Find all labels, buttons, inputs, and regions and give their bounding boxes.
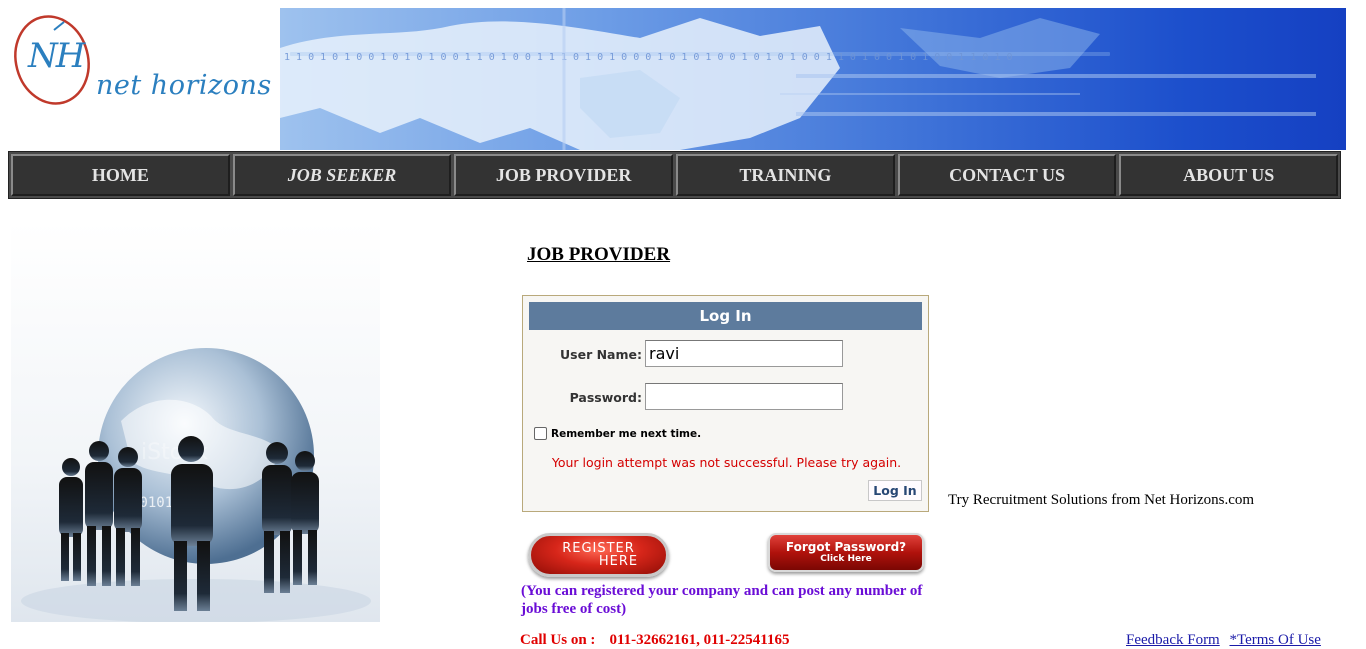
register-button-line2: HERE [598, 554, 639, 569]
login-panel: Log In User Name: ravi Password: Remembe… [522, 295, 929, 512]
phone-numbers: 011-32662161, 011-22541165 [609, 632, 790, 648]
forgot-button-line1: Forgot Password? [785, 540, 907, 554]
login-error-message: Your login attempt was not successful. P… [551, 455, 902, 470]
world-map-graphic: 1 1 0 1 0 1 0 0 1 0 1 0 1 0 0 1 1 0 1 0 … [280, 8, 1316, 150]
main-nav: HOME JOB SEEKER JOB PROVIDER TRAINING CO… [8, 151, 1341, 199]
password-label: Password: [569, 390, 642, 405]
call-us-label: Call Us on : [520, 632, 596, 648]
forgot-password-button[interactable]: Forgot Password? Click Here [768, 533, 924, 572]
login-button[interactable]: Log In [868, 480, 922, 501]
username-label: User Name: [560, 347, 642, 362]
promo-text: Try Recruitment Solutions from Net Horiz… [948, 492, 1255, 508]
login-title: Log In [529, 302, 922, 330]
password-input[interactable] [645, 383, 843, 410]
call-us-line: Call Us on : 011-32662161, 011-22541165 [520, 632, 789, 649]
business-people-globe-image: 10101010 iStock [11, 221, 380, 622]
nav-job-seeker[interactable]: JOB SEEKER [232, 154, 452, 196]
header-banner: 1 1 0 1 0 1 0 0 1 0 1 0 1 0 0 1 1 0 1 0 … [280, 8, 1346, 150]
nav-contact-us[interactable]: CONTACT US [897, 154, 1117, 196]
page-title: JOB PROVIDER [527, 244, 671, 265]
register-here-button[interactable]: REGISTER HERE [528, 533, 669, 577]
globe-people-illustration: 10101010 iStock [21, 348, 371, 622]
site-logo[interactable]: NH net horizons [8, 8, 271, 150]
footer-links: Feedback Form *Terms Of Use [1126, 632, 1321, 649]
remember-me-checkbox[interactable] [534, 427, 547, 440]
nav-home[interactable]: HOME [11, 154, 230, 196]
nav-training[interactable]: TRAINING [676, 154, 895, 196]
logo-monogram: NH [28, 36, 85, 76]
nav-about-us[interactable]: ABOUT US [1119, 154, 1339, 196]
forgot-button-line2: Click Here [820, 554, 872, 564]
terms-of-use-link[interactable]: *Terms Of Use [1229, 632, 1320, 648]
feedback-form-link[interactable]: Feedback Form [1126, 632, 1220, 648]
logo-text: net horizons [96, 70, 272, 101]
remember-me-label[interactable]: Remember me next time. [551, 428, 701, 440]
username-input[interactable]: ravi [645, 340, 843, 367]
nav-job-provider[interactable]: JOB PROVIDER [454, 154, 674, 196]
register-note: (You can registered your company and can… [521, 583, 923, 617]
svg-text:1 1 0 1 0 1 0 0 1 0 1 0 1 0 0: 1 1 0 1 0 1 0 0 1 0 1 0 1 0 0 1 1 0 1 0 … [284, 52, 1012, 63]
